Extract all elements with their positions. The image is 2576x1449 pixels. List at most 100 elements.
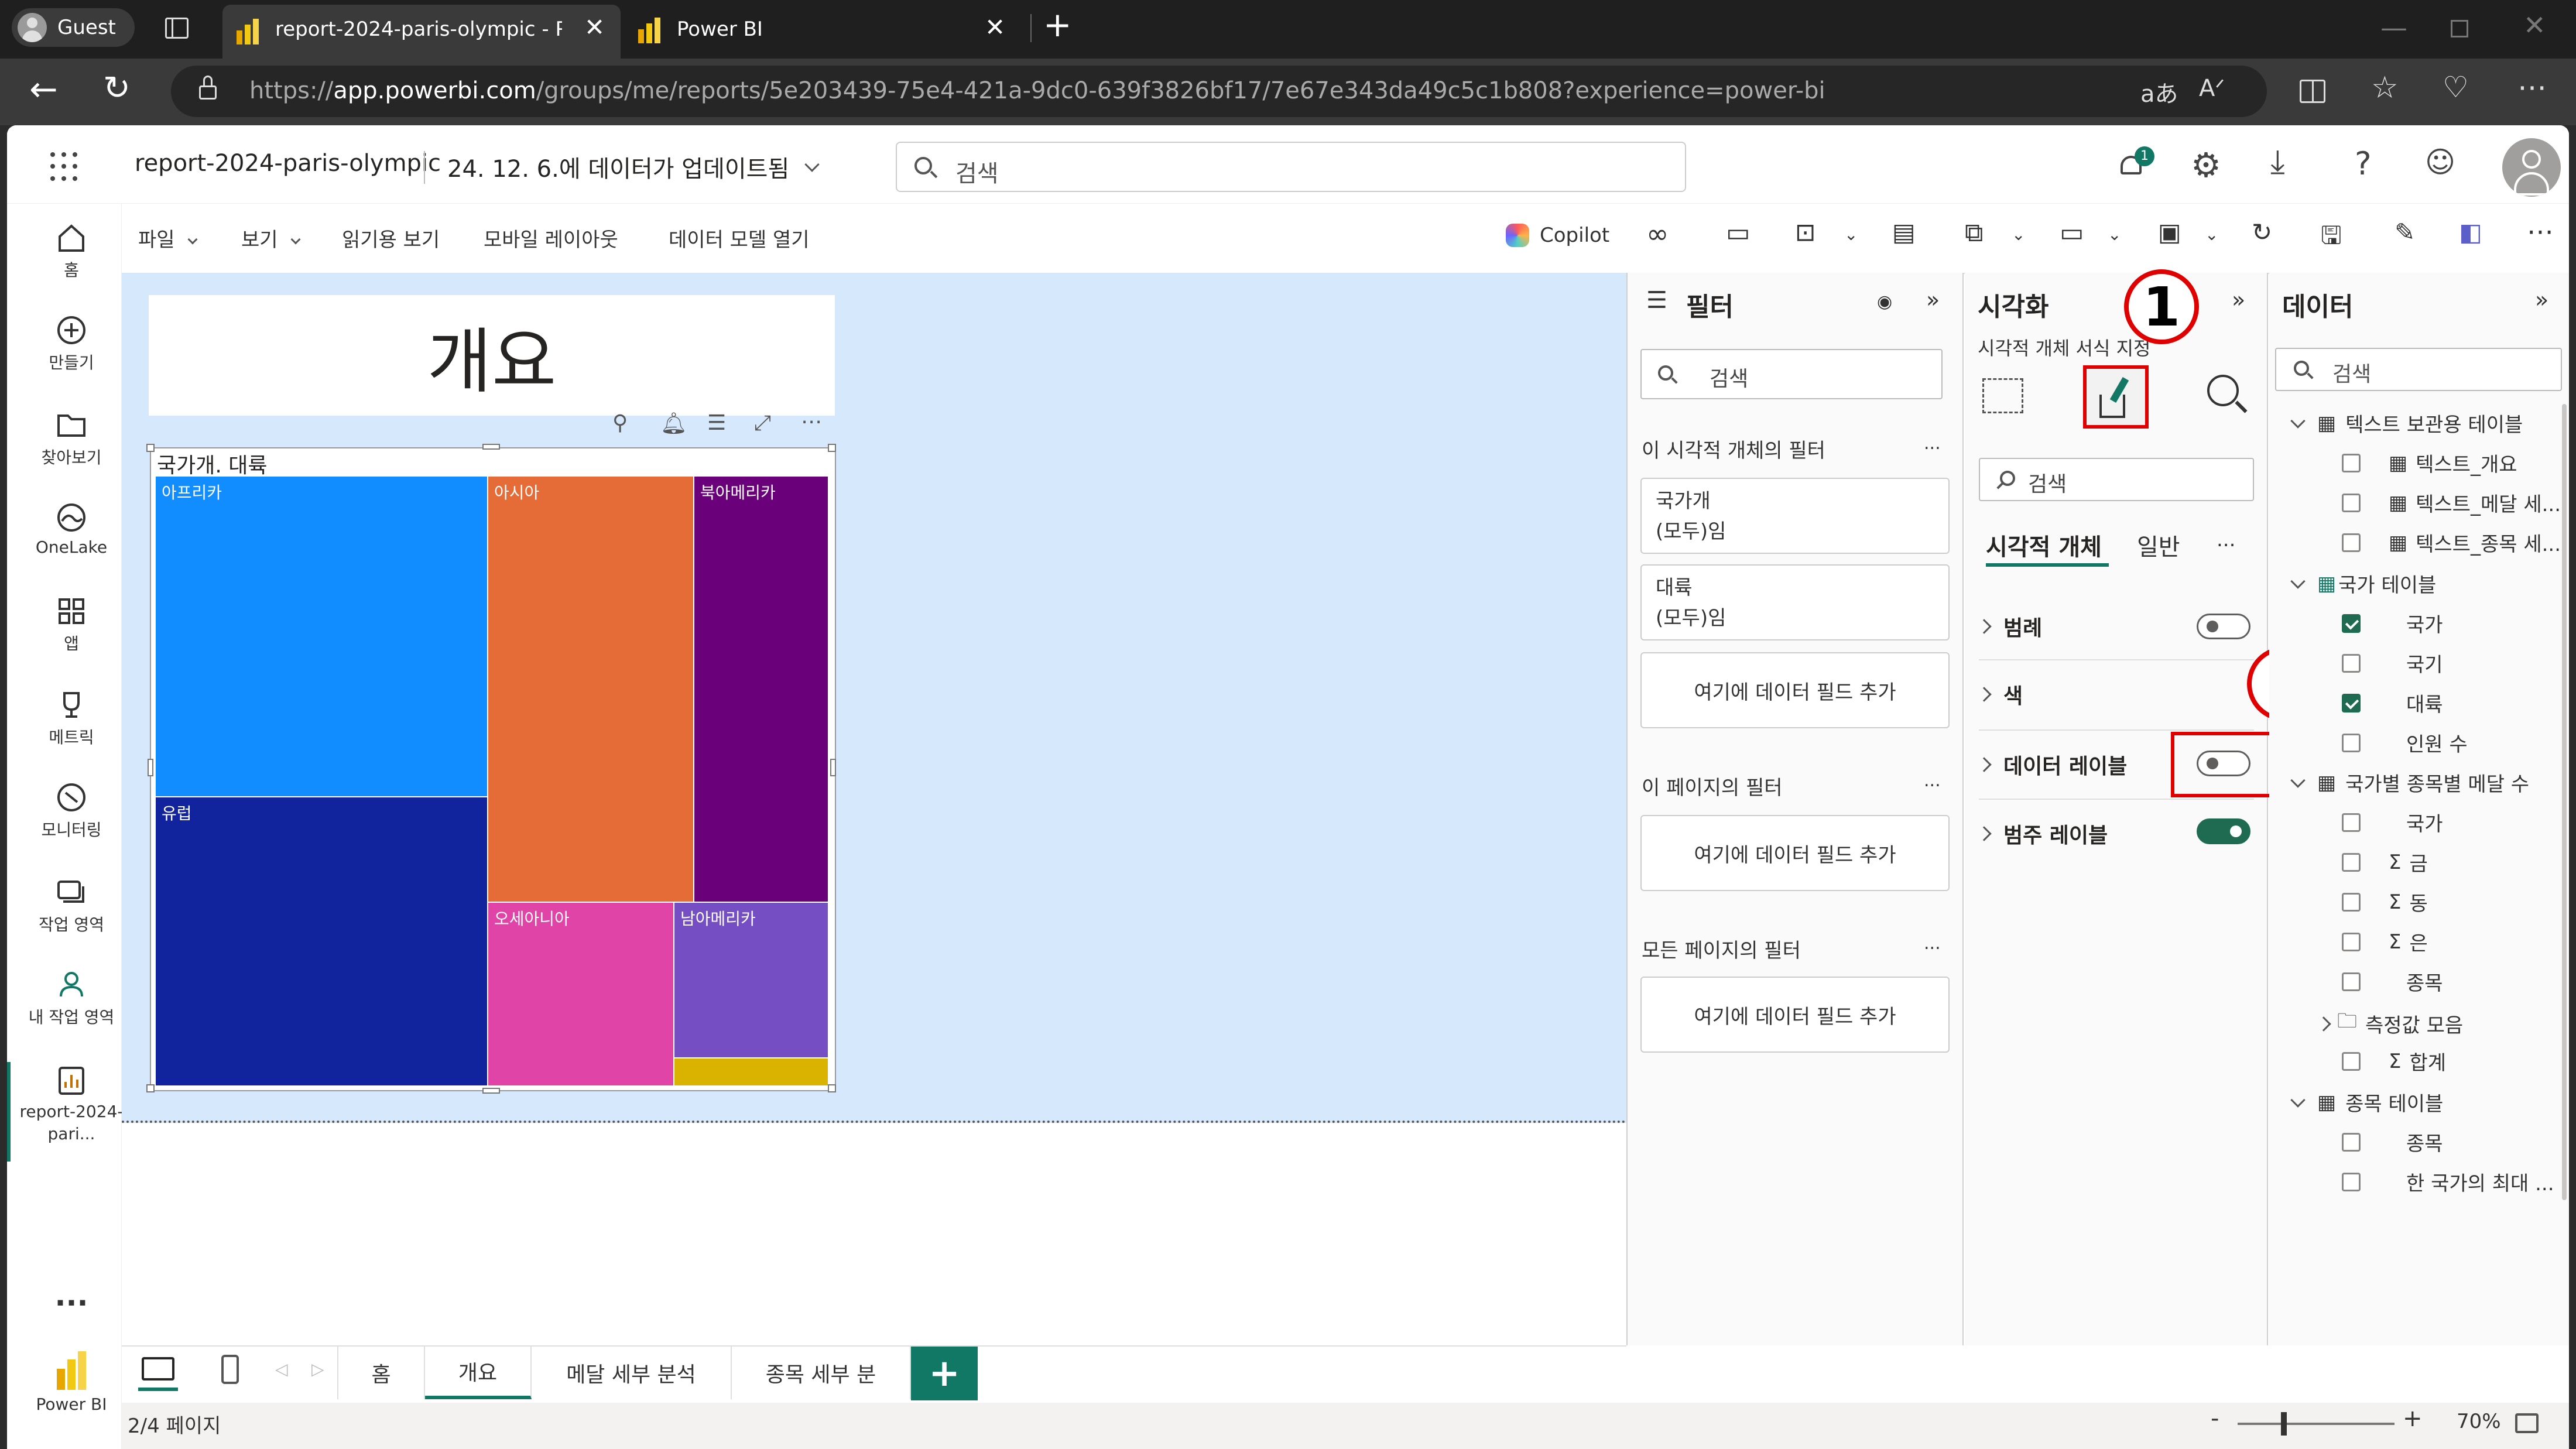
collapse-data-icon[interactable]: » xyxy=(2535,287,2548,313)
help-icon[interactable]: ? xyxy=(2355,145,2372,182)
format-more-icon[interactable]: ... xyxy=(2217,528,2235,551)
back-icon[interactable]: ← xyxy=(29,69,58,109)
field-sport[interactable]: 종목 xyxy=(2342,1128,2443,1156)
filters-search-input[interactable]: 검색 xyxy=(1640,349,1943,399)
nav-apps[interactable]: 앱 xyxy=(13,595,130,655)
address-bar[interactable]: https://app.powerbi.com/groups/me/report… xyxy=(171,66,2267,117)
chevron-down-icon[interactable]: ⌄ xyxy=(2012,225,2025,244)
format-row-colors[interactable]: 색 xyxy=(1976,679,2023,710)
field-flag[interactable]: 국기 xyxy=(2342,649,2443,677)
chevron-down-icon[interactable]: ⌄ xyxy=(2205,225,2218,244)
browser-tab[interactable]: Power BI ✕ xyxy=(626,5,1025,53)
table-country[interactable]: ▦ 국가 테이블 xyxy=(2290,569,2436,598)
field-text-medal[interactable]: ▦ 텍스트_메달 세... xyxy=(2342,488,2561,517)
resize-handle[interactable] xyxy=(828,1084,836,1092)
nav-current-report[interactable]: report-2024-pari... xyxy=(13,1064,130,1145)
prev-page-icon[interactable]: ◁ xyxy=(275,1359,288,1379)
collapse-filters-icon[interactable]: » xyxy=(1926,287,1940,313)
minimize-icon[interactable]: — xyxy=(2380,12,2407,43)
resize-handle[interactable] xyxy=(148,759,153,776)
add-page-button[interactable]: + xyxy=(911,1347,978,1400)
visual-more-icon[interactable]: ⋯ xyxy=(801,410,822,434)
format-visual-button[interactable] xyxy=(2083,365,2149,429)
close-tab-icon[interactable]: ✕ xyxy=(584,13,605,42)
split-screen-icon[interactable] xyxy=(2300,80,2325,103)
chevron-down-icon[interactable]: ⌄ xyxy=(1844,225,1858,244)
treemap-tile-asia[interactable]: 아시아 xyxy=(487,475,696,904)
folder-measures[interactable]: 🗀 측정값 모음 xyxy=(2316,1007,2463,1040)
url-text[interactable]: https://app.powerbi.com/groups/me/report… xyxy=(249,77,1825,104)
pin-icon[interactable]: ✎ xyxy=(2395,218,2415,246)
next-page-icon[interactable]: ▷ xyxy=(311,1359,324,1379)
add-data-field-visual[interactable]: 여기에 데이터 필드 추가 xyxy=(1640,652,1950,728)
filter-card-country[interactable]: 국가개 (모두)임 xyxy=(1640,478,1950,554)
field-text-sport[interactable]: ▦ 텍스트_종목 세... xyxy=(2342,528,2561,557)
view-menu[interactable]: 보기 xyxy=(241,224,301,252)
browser-essentials-icon[interactable]: ♡ xyxy=(2443,70,2469,104)
resize-handle[interactable] xyxy=(830,759,836,776)
open-data-model-button[interactable]: 데이터 모델 열기 xyxy=(669,224,810,252)
zoom-out-icon[interactable]: - xyxy=(2211,1405,2219,1432)
field-text-overview[interactable]: ▦ 텍스트_개요 xyxy=(2342,448,2517,477)
browser-menu-icon[interactable]: ⋯ xyxy=(2517,70,2547,104)
refresh-icon[interactable]: ↻ xyxy=(103,69,131,107)
format-row-data-labels[interactable]: 데이터 레이블 xyxy=(1976,749,2127,780)
account-avatar[interactable] xyxy=(2502,138,2561,197)
filter-card-continent[interactable]: 대륙 (모두)임 xyxy=(1640,564,1950,640)
nav-browse[interactable]: 찾아보기 xyxy=(13,409,130,468)
profile-button[interactable]: Guest xyxy=(12,8,135,47)
add-data-field-all[interactable]: 여기에 데이터 필드 추가 xyxy=(1640,977,1950,1053)
refresh-data-icon[interactable]: ↻ xyxy=(2252,218,2272,246)
reading-view-button[interactable]: 읽기용 보기 xyxy=(342,224,440,252)
section-more-icon[interactable]: ... xyxy=(1924,770,1941,791)
nav-metrics[interactable]: 메트릭 xyxy=(13,688,130,748)
field-continent[interactable]: 대륙 xyxy=(2342,688,2443,717)
browser-tab-active[interactable]: report-2024-paris-olympic - Power BI ✕ xyxy=(222,5,621,59)
save-icon[interactable]: 🖫 xyxy=(2321,218,2342,259)
alert-icon[interactable]: 🔔︎ xyxy=(660,411,687,436)
data-labels-toggle[interactable] xyxy=(2197,751,2250,776)
nav-workspaces[interactable]: 작업 영역 xyxy=(13,876,130,936)
zoom-slider-thumb[interactable] xyxy=(2281,1412,2287,1436)
teams-icon[interactable]: ◧ xyxy=(2459,218,2482,246)
format-row-legend[interactable]: 범례 xyxy=(1976,611,2042,642)
tab-visual[interactable]: 시각적 개체 xyxy=(1986,528,2102,562)
field-bronze[interactable]: Σ동 xyxy=(2342,888,2428,916)
filter-visual-icon[interactable]: ☰ xyxy=(707,411,726,435)
field-medal-country[interactable]: 국가 xyxy=(2342,808,2443,837)
resize-handle[interactable] xyxy=(828,444,836,452)
table-text-storage[interactable]: ▦ 텍스트 보관용 테이블 xyxy=(2290,409,2523,437)
visualizations-search-input[interactable]: 검색 xyxy=(1979,458,2254,501)
treemap-tile-europe[interactable]: 유럽 xyxy=(155,796,489,1087)
page-tab-medal-detail[interactable]: 메달 세부 분석 xyxy=(532,1347,732,1399)
data-search-input[interactable]: 검색 xyxy=(2275,348,2562,391)
global-search-input[interactable]: 검색 xyxy=(896,142,1686,192)
tab-actions-icon[interactable] xyxy=(165,18,189,39)
treemap-tile-africa[interactable]: 아프리카 xyxy=(155,475,489,799)
analytics-icon[interactable] xyxy=(2206,374,2248,415)
desktop-layout-icon[interactable] xyxy=(142,1357,174,1381)
zoom-level[interactable]: 70% xyxy=(2457,1410,2501,1433)
read-aloud-icon[interactable]: aあ xyxy=(2140,75,2178,109)
fit-to-page-icon[interactable] xyxy=(2515,1413,2539,1433)
notifications-icon[interactable]: 1 xyxy=(2118,146,2154,179)
add-data-field-page[interactable]: 여기에 데이터 필드 추가 xyxy=(1640,815,1950,891)
data-pane-scrollbar[interactable] xyxy=(2562,404,2567,1200)
page-tab-overview[interactable]: 개요 xyxy=(425,1347,532,1399)
text-size-icon[interactable]: Aᐟ xyxy=(2199,75,2225,102)
field-max-per-country[interactable]: 한 국가의 최대 ... xyxy=(2342,1167,2554,1196)
field-headcount[interactable]: 인원 수 xyxy=(2342,728,2468,757)
copilot-button[interactable]: Copilot xyxy=(1506,224,1609,247)
shapes-icon[interactable]: ⧉ xyxy=(1965,218,1983,248)
treemap-tile-other[interactable] xyxy=(673,1057,829,1087)
close-tab-icon[interactable]: ✕ xyxy=(985,13,1005,42)
field-medal-sport[interactable]: 종목 xyxy=(2342,967,2443,996)
title-textbox[interactable]: 개요 xyxy=(149,295,835,416)
chevron-down-icon[interactable]: ⌄ xyxy=(2108,225,2121,244)
collapse-visualizations-icon[interactable]: » xyxy=(2232,287,2245,313)
resize-handle[interactable] xyxy=(482,1088,500,1094)
zoom-slider[interactable] xyxy=(2238,1423,2395,1425)
tab-general[interactable]: 일반 xyxy=(2137,528,2180,562)
close-window-icon[interactable]: ✕ xyxy=(2523,9,2546,41)
treemap-tile-north-america[interactable]: 북아메리카 xyxy=(693,475,829,904)
